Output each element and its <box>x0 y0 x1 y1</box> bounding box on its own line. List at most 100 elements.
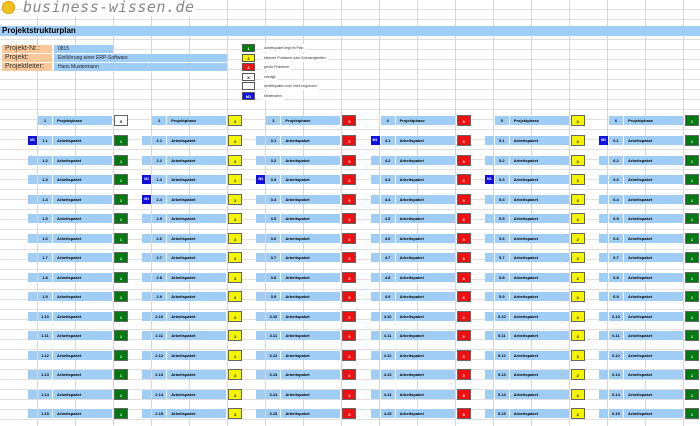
package-status[interactable]: 2 <box>570 310 585 322</box>
package-status[interactable]: 2 <box>228 408 243 419</box>
package-status[interactable]: 3 <box>456 271 471 283</box>
package-status[interactable]: 1 <box>114 330 128 341</box>
package-name[interactable]: Arbeitspaket <box>395 253 455 262</box>
package-status[interactable]: 3 <box>342 232 357 244</box>
package-name[interactable]: Arbeitspaket <box>395 350 455 360</box>
package-name[interactable]: Arbeitspaket <box>167 350 227 360</box>
package-name[interactable]: Arbeitspaket <box>53 292 112 301</box>
package-name[interactable]: Arbeitspaket <box>509 331 569 340</box>
package-status[interactable]: 1 <box>685 232 699 244</box>
package-status[interactable]: 2 <box>570 174 585 185</box>
package-status[interactable]: 3 <box>456 310 471 322</box>
package-name[interactable]: Arbeitspaket <box>509 350 569 360</box>
package-name[interactable]: Arbeitspaket <box>281 331 341 340</box>
package-status[interactable]: 2 <box>570 388 585 400</box>
package-status[interactable]: 1 <box>114 408 128 419</box>
package-status[interactable]: 2 <box>570 193 585 205</box>
package-status[interactable]: 2 <box>228 330 243 341</box>
package-status[interactable]: 1 <box>685 369 699 380</box>
package-status[interactable]: 2 <box>228 310 243 322</box>
package-name[interactable]: Arbeitspaket <box>395 409 455 418</box>
package-name[interactable]: Arbeitspaket <box>281 194 341 204</box>
package-name[interactable]: Arbeitspaket <box>53 331 112 340</box>
package-status[interactable]: 2 <box>228 154 243 166</box>
package-status[interactable]: 1 <box>685 271 699 283</box>
package-status[interactable]: 2 <box>228 193 243 205</box>
package-name[interactable]: Arbeitspaket <box>509 214 569 223</box>
package-name[interactable]: Arbeitspaket <box>281 292 341 301</box>
package-status[interactable]: 1 <box>685 349 699 361</box>
package-status[interactable]: 3 <box>456 193 471 205</box>
package-name[interactable]: Arbeitspaket <box>53 389 112 399</box>
package-status[interactable]: 3 <box>456 330 471 341</box>
package-name[interactable]: Arbeitspaket <box>509 233 569 243</box>
package-name[interactable]: Arbeitspaket <box>624 155 683 165</box>
phase-status[interactable]: 2 <box>228 115 243 126</box>
package-status[interactable]: 2 <box>228 213 243 224</box>
package-name[interactable]: Arbeitspaket <box>624 292 683 301</box>
package-status[interactable]: 2 <box>570 271 585 283</box>
project-value[interactable]: Einführung einer ERP-Software <box>54 54 227 62</box>
package-name[interactable]: Arbeitspaket <box>53 233 112 243</box>
package-name[interactable]: Arbeitspaket <box>281 370 341 379</box>
package-status[interactable]: 1 <box>114 291 128 302</box>
package-name[interactable]: Arbeitspaket <box>167 370 227 379</box>
package-name[interactable]: Arbeitspaket <box>53 214 112 223</box>
package-name[interactable]: Arbeitspaket <box>509 409 569 418</box>
package-status[interactable]: 1 <box>114 349 128 361</box>
package-name[interactable]: Arbeitspaket <box>624 272 683 282</box>
package-name[interactable]: Arbeitspaket <box>167 136 227 145</box>
phase-status[interactable]: 1 <box>685 115 699 126</box>
package-name[interactable]: Arbeitspaket <box>624 331 683 340</box>
package-name[interactable]: Arbeitspaket <box>281 272 341 282</box>
package-status[interactable]: 3 <box>342 213 357 224</box>
package-name[interactable]: Arbeitspaket <box>395 272 455 282</box>
package-status[interactable]: 1 <box>685 213 699 224</box>
package-name[interactable]: Arbeitspaket <box>395 292 455 301</box>
package-status[interactable]: 3 <box>342 369 357 380</box>
package-name[interactable]: Arbeitspaket <box>167 214 227 223</box>
package-name[interactable]: Arbeitspaket <box>395 155 455 165</box>
package-status[interactable]: 2 <box>228 349 243 361</box>
package-name[interactable]: Arbeitspaket <box>281 155 341 165</box>
phase-status[interactable]: 3 <box>456 115 471 126</box>
package-name[interactable]: Arbeitspaket <box>281 409 341 418</box>
package-name[interactable]: Arbeitspaket <box>53 194 112 204</box>
package-status[interactable]: 3 <box>342 135 357 146</box>
package-name[interactable]: Arbeitspaket <box>509 389 569 399</box>
package-name[interactable]: Arbeitspaket <box>509 272 569 282</box>
package-name[interactable]: Arbeitspaket <box>395 311 455 321</box>
package-status[interactable]: 1 <box>685 193 699 205</box>
package-name[interactable]: Arbeitspaket <box>624 194 683 204</box>
package-name[interactable]: Arbeitspaket <box>53 409 112 418</box>
package-name[interactable]: Arbeitspaket <box>167 389 227 399</box>
package-status[interactable]: 3 <box>456 388 471 400</box>
package-status[interactable]: 3 <box>342 330 357 341</box>
package-status[interactable]: 1 <box>114 154 128 166</box>
package-status[interactable]: 1 <box>685 330 699 341</box>
package-status[interactable]: 2 <box>228 388 243 400</box>
package-status[interactable]: 1 <box>685 174 699 185</box>
package-status[interactable]: 2 <box>570 349 585 361</box>
package-name[interactable]: Arbeitspaket <box>624 253 683 262</box>
package-name[interactable]: Arbeitspaket <box>624 175 683 184</box>
package-status[interactable]: 1 <box>114 135 128 146</box>
package-name[interactable]: Arbeitspaket <box>624 311 683 321</box>
package-name[interactable]: Arbeitspaket <box>395 370 455 379</box>
package-name[interactable]: Arbeitspaket <box>281 214 341 223</box>
package-name[interactable]: Arbeitspaket <box>509 175 569 184</box>
phase-status[interactable]: 2 <box>570 115 585 126</box>
package-name[interactable]: Arbeitspaket <box>281 350 341 360</box>
package-status[interactable]: 3 <box>456 154 471 166</box>
package-status[interactable]: 3 <box>342 291 357 302</box>
package-name[interactable]: Arbeitspaket <box>53 350 112 360</box>
package-status[interactable]: 1 <box>114 174 128 185</box>
package-status[interactable]: 2 <box>570 369 585 380</box>
package-status[interactable]: 2 <box>228 232 243 244</box>
package-name[interactable]: Arbeitspaket <box>53 370 112 379</box>
package-status[interactable]: 1 <box>685 310 699 322</box>
package-status[interactable]: 1 <box>685 252 699 263</box>
package-name[interactable]: Arbeitspaket <box>167 253 227 262</box>
package-status[interactable]: 1 <box>114 271 128 283</box>
package-status[interactable]: 2 <box>570 330 585 341</box>
